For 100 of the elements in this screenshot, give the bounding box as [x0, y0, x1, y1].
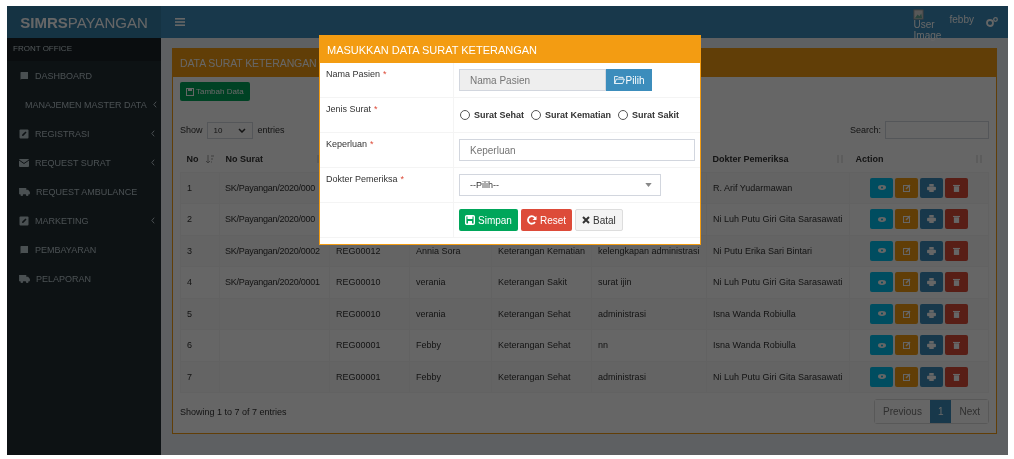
delete-button[interactable] [945, 209, 968, 230]
delete-button[interactable] [945, 272, 968, 293]
table-cell: Ni Luh Putu Giri Gita Sarasawati [706, 266, 850, 298]
patient-name-field[interactable]: Nama Pasien [459, 69, 606, 91]
edit-button[interactable] [895, 303, 918, 324]
print-button[interactable] [920, 177, 943, 198]
eye-icon [877, 248, 886, 254]
edit-icon [902, 246, 911, 255]
printer-icon [927, 215, 936, 224]
view-button[interactable] [870, 240, 893, 261]
folder-icon [613, 76, 625, 84]
book-icon [19, 70, 29, 81]
table-cell: SK/Payangan/2020/0001 [219, 266, 330, 298]
view-button[interactable] [870, 177, 893, 198]
required-mark: * [370, 139, 374, 149]
chevron-down-icon [238, 127, 247, 133]
edit-button[interactable] [895, 209, 918, 230]
printer-icon [927, 309, 936, 318]
menu-icon[interactable] [175, 18, 185, 26]
trash-icon [953, 309, 960, 318]
trash-icon [953, 183, 960, 192]
ambulance-icon [19, 187, 30, 196]
field-label: Keperluan [326, 139, 368, 149]
edit-icon [19, 128, 29, 139]
radio-label: Surat Sehat [474, 110, 524, 120]
table-cell: verania [409, 266, 492, 298]
close-icon [582, 216, 591, 224]
required-mark: * [400, 174, 405, 184]
table-cell: REG00010 [329, 266, 410, 298]
edit-button[interactable] [895, 335, 918, 356]
delete-button[interactable] [945, 366, 968, 387]
delete-button[interactable] [945, 335, 968, 356]
app-logo[interactable]: SIMRSPAYANGAN [7, 6, 161, 38]
table-cell: 6 [180, 329, 220, 361]
print-button[interactable] [920, 335, 943, 356]
view-button[interactable] [870, 366, 893, 387]
table-info: Showing 1 to 7 of 7 entries [180, 406, 287, 417]
eye-icon [877, 374, 886, 380]
radio-label: Surat Sakit [632, 110, 680, 120]
edit-button[interactable] [895, 240, 918, 261]
printer-icon [927, 372, 936, 381]
eye-icon [877, 185, 886, 191]
delete-button[interactable] [945, 240, 968, 261]
edit-icon [19, 215, 29, 226]
eye-icon [877, 342, 886, 348]
table-cell: Isna Wanda Robiulla [706, 298, 850, 330]
edit-button[interactable] [895, 366, 918, 387]
broken-image-icon [912, 9, 924, 20]
ambulance-icon [19, 274, 30, 283]
edit-button[interactable] [895, 177, 918, 198]
trash-icon [953, 246, 960, 255]
table-cell: REG00001 [329, 361, 410, 393]
print-button[interactable] [920, 272, 943, 293]
show-label: Show [180, 125, 203, 135]
cancel-button[interactable]: Batal [575, 209, 623, 231]
delete-button[interactable] [945, 177, 968, 198]
purpose-field[interactable]: Keperluan [459, 139, 695, 161]
column-header[interactable]: Action [849, 147, 989, 172]
column-header[interactable]: Dokter Pemeriksa [706, 147, 850, 172]
table-cell: surat ijin [591, 266, 707, 298]
table-cell: 1 [180, 172, 220, 204]
table-cell: Keterangan Sehat [491, 329, 592, 361]
table-cell: SK/Payangan/2020/0002 [219, 235, 330, 267]
pagination-button[interactable]: 1 [929, 400, 952, 423]
save-icon [186, 87, 194, 96]
printer-icon [927, 341, 936, 350]
print-button[interactable] [920, 209, 943, 230]
doctor-select[interactable]: --Pilih-- [459, 174, 661, 196]
table-cell: Keterangan Sehat [491, 361, 592, 393]
column-header[interactable]: No [180, 147, 220, 172]
print-button[interactable] [920, 303, 943, 324]
gears-icon[interactable] [986, 17, 998, 27]
required-mark: * [383, 69, 387, 79]
view-button[interactable] [870, 209, 893, 230]
table-cell: 2 [180, 203, 220, 235]
view-button[interactable] [870, 272, 893, 293]
table-cell: administrasi [591, 361, 707, 393]
entries-select[interactable]: 10 [206, 121, 254, 139]
edit-button[interactable] [895, 272, 918, 293]
reset-button[interactable]: Reset [520, 209, 573, 231]
table-cell: 3 [180, 235, 220, 267]
edit-icon [902, 372, 911, 381]
save-icon [465, 215, 475, 225]
view-button[interactable] [870, 335, 893, 356]
print-button[interactable] [920, 240, 943, 261]
user-name[interactable]: febby [949, 13, 974, 25]
printer-icon [927, 246, 936, 255]
trash-icon [953, 215, 960, 224]
delete-button[interactable] [945, 303, 968, 324]
print-button[interactable] [920, 366, 943, 387]
add-data-button[interactable]: Tambah Data [180, 82, 250, 101]
choose-button[interactable]: Pilih [606, 69, 652, 91]
view-button[interactable] [870, 303, 893, 324]
edit-icon [902, 183, 911, 192]
table-cell: Ni Luh Putu Giri Gita Sarasawati [706, 361, 850, 393]
edit-icon [902, 215, 911, 224]
table-cell: Febby [409, 361, 492, 393]
eye-icon [877, 311, 886, 317]
save-button[interactable]: Simpan [459, 209, 518, 231]
printer-icon [927, 183, 936, 192]
